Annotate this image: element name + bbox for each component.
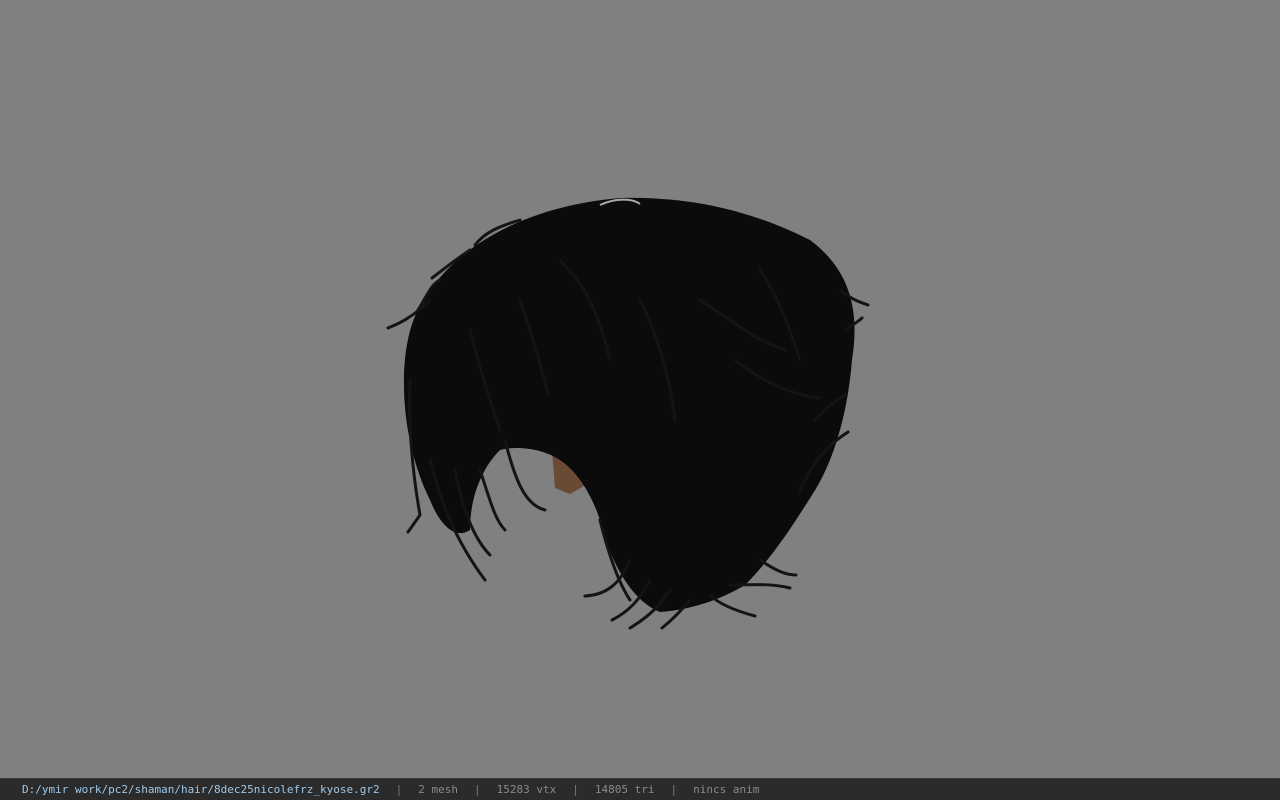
hair-model[interactable] — [0, 0, 1280, 778]
status-bar: D:/ymir work/pc2/shaman/hair/8dec25nicol… — [0, 778, 1280, 800]
animation-status-label: nincs anim — [693, 783, 760, 796]
mesh-count-label: 2 mesh — [418, 783, 458, 796]
triangle-count-label: 14805 tri — [594, 783, 655, 796]
separator: | — [572, 783, 579, 796]
separator: | — [395, 783, 403, 796]
separator: | — [474, 783, 481, 796]
vertex-count-label: 15283 vtx — [496, 783, 557, 796]
3d-viewport[interactable] — [0, 0, 1280, 778]
file-path-label: D:/ymir work/pc2/shaman/hair/8dec25nicol… — [22, 783, 380, 796]
separator: | — [670, 783, 678, 796]
